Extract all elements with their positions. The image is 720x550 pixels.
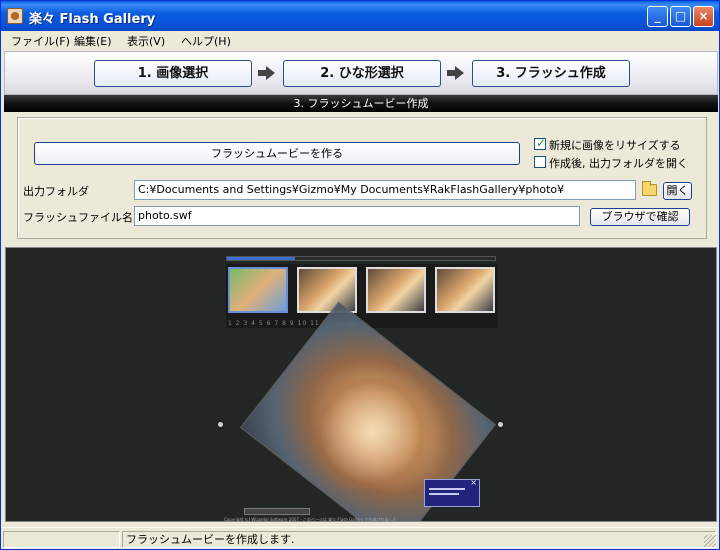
options-panel: フラッシュムービーを作る 新規に画像をリサイズする 作成後, 出力フォルダを開く… <box>17 117 707 239</box>
window-title: 楽々 Flash Gallery <box>29 12 156 27</box>
title-bar[interactable]: 楽々 Flash Gallery _ □ × <box>1 1 719 31</box>
scrollbar-thumb[interactable] <box>227 257 295 260</box>
folder-icon[interactable] <box>642 181 657 196</box>
step-flash-create-button[interactable]: 3. フラッシュ作成 <box>472 60 630 87</box>
menu-bar: ファイル(F) 編集(E) 表示(V) ヘルプ(H) <box>1 31 719 49</box>
thumbnail[interactable] <box>435 267 495 313</box>
create-flash-button[interactable]: フラッシュムービーを作る <box>34 142 520 165</box>
app-icon <box>7 8 23 24</box>
next-arrow-icon[interactable] <box>498 422 503 427</box>
thumbnail[interactable] <box>228 267 288 313</box>
resize-checkbox-label: 新規に画像をリサイズする <box>549 139 681 152</box>
menu-view[interactable]: 表示(V) <box>127 33 165 49</box>
arrow-right-icon <box>447 66 465 80</box>
popup-text-line <box>429 488 465 490</box>
playback-controls[interactable] <box>244 508 310 515</box>
close-button[interactable]: × <box>693 6 714 27</box>
section-title: 3. フラッシュムービー作成 <box>4 95 718 112</box>
step-bar: 1. 画像選択 2. ひな形選択 3. フラッシュ作成 <box>4 51 718 95</box>
output-folder-input[interactable]: C:¥Documents and Settings¥Gizmo¥My Docum… <box>134 180 636 200</box>
step-template-select-button[interactable]: 2. ひな形選択 <box>283 60 441 87</box>
app-window: 楽々 Flash Gallery _ □ × ファイル(F) 編集(E) 表示(… <box>0 0 720 550</box>
status-pane-empty <box>3 531 120 548</box>
menu-edit[interactable]: 編集(E) <box>74 33 112 49</box>
info-popup[interactable] <box>424 478 480 507</box>
status-message: フラッシュムービーを作成します. <box>122 531 716 548</box>
minimize-button[interactable]: _ <box>647 6 668 27</box>
thumbnail-scrollbar[interactable] <box>226 256 496 261</box>
thumbnail[interactable] <box>297 267 357 313</box>
arrow-right-icon <box>258 66 276 80</box>
resize-grip-icon[interactable] <box>704 535 716 547</box>
menu-help[interactable]: ヘルプ(H) <box>181 33 231 49</box>
resize-checkbox[interactable] <box>534 136 546 150</box>
status-bar: フラッシュムービーを作成します. <box>1 527 719 549</box>
step-image-select-button[interactable]: 1. 画像選択 <box>94 60 252 87</box>
thumbnail-strip: 1 2 3 4 5 6 7 8 9 10 11 12 13 14 <box>226 264 498 328</box>
copyright-text: Copyright (c) Wizardol Software 2007 - こ… <box>224 517 397 522</box>
browser-check-button[interactable]: ブラウザで確認 <box>590 208 690 226</box>
open-folder-checkbox[interactable] <box>534 156 546 168</box>
maximize-button[interactable]: □ <box>670 6 691 27</box>
output-folder-label: 出力フォルダ <box>23 185 89 198</box>
flash-preview[interactable]: 1 2 3 4 5 6 7 8 9 10 11 12 13 14 Copyrig… <box>5 247 717 522</box>
menu-file[interactable]: ファイル(F) <box>11 33 70 49</box>
open-folder-button[interactable]: 開く <box>663 182 692 200</box>
thumbnail[interactable] <box>366 267 426 313</box>
flash-file-label: フラッシュファイル名 <box>23 211 133 224</box>
flash-file-input[interactable]: photo.swf <box>134 206 580 226</box>
popup-text-line <box>429 493 459 495</box>
photo-highlight <box>306 378 436 488</box>
open-folder-checkbox-label: 作成後, 出力フォルダを開く <box>549 157 688 170</box>
prev-arrow-icon[interactable] <box>218 422 223 427</box>
